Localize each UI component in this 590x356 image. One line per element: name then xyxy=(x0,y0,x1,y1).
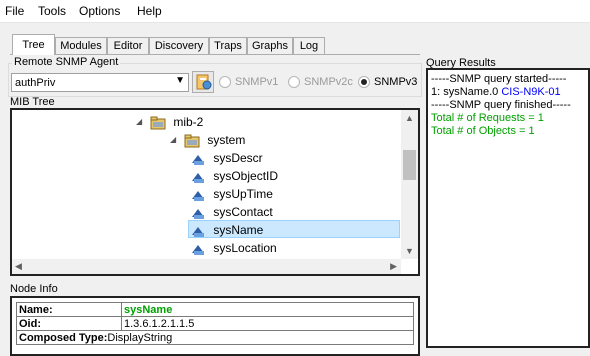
security-level-value: authPriv xyxy=(15,77,56,89)
query-results-panel[interactable]: -----SNMP query started----- 1: sysName.… xyxy=(426,68,590,348)
tree-leaf-sysname[interactable]: sysName xyxy=(188,220,400,238)
menu-tools[interactable]: Tools xyxy=(38,4,66,18)
scroll-right-icon[interactable]: ▶ xyxy=(390,261,397,272)
tree-node-label: system xyxy=(207,133,246,147)
tree-node-system[interactable]: ◢ system xyxy=(170,131,245,149)
mib-leaf-icon xyxy=(192,190,204,201)
node-info-key: Composed Type: xyxy=(19,331,108,344)
tree-node-mib-2[interactable]: ◢ mib-2 xyxy=(136,113,203,131)
node-info-value: 1.3.6.1.2.1.1.5 xyxy=(121,316,414,331)
table-row: Composed Type:DisplayString xyxy=(16,330,414,345)
result-line: Total # of Objects = 1 xyxy=(431,125,535,137)
wizard-icon xyxy=(196,74,212,90)
folder-icon xyxy=(184,134,200,148)
scroll-left-icon[interactable]: ◀ xyxy=(15,261,22,272)
tree-leaf-syscontact[interactable]: sysContact xyxy=(190,203,400,221)
scroll-down-icon[interactable]: ▼ xyxy=(401,246,418,256)
tree-node-label: sysDescr xyxy=(213,151,263,165)
expanded-arrow-icon[interactable]: ◢ xyxy=(136,113,142,131)
result-line: -----SNMP query started----- xyxy=(431,73,567,85)
table-row: Oid: 1.3.6.1.2.1.1.5 xyxy=(16,316,414,331)
snmpv1-label: SNMPv1 xyxy=(235,76,279,88)
tab-tree[interactable]: Tree xyxy=(12,34,55,55)
tab-modules[interactable]: Modules xyxy=(55,37,107,54)
menu-help[interactable]: Help xyxy=(137,4,162,18)
tree-node-label: sysLocation xyxy=(213,241,277,255)
tab-divider xyxy=(10,54,420,55)
mib-tree[interactable]: ◢ mib-2 ◢ system sysDescr sysObjectID sy… xyxy=(10,108,420,276)
security-level-select[interactable]: authPriv ▼ xyxy=(11,73,189,92)
mib-leaf-icon xyxy=(192,172,204,183)
snmpv3-radio[interactable] xyxy=(358,76,370,88)
tree-node-label: sysObjectID xyxy=(213,169,279,183)
result-line: Total # of Requests = 1 xyxy=(431,112,544,124)
agent-wizard-button[interactable] xyxy=(192,71,214,93)
node-info-panel: Name: sysName Oid: 1.3.6.1.2.1.1.5 Compo… xyxy=(10,296,420,356)
chevron-down-icon[interactable]: ▼ xyxy=(175,75,185,86)
tree-node-label: mib-2 xyxy=(173,115,204,129)
menu-file[interactable]: File xyxy=(5,4,24,18)
tab-discovery[interactable]: Discovery xyxy=(149,37,209,54)
node-info-table: Name: sysName Oid: 1.3.6.1.2.1.1.5 Compo… xyxy=(16,302,414,345)
mib-tree-label: MIB Tree xyxy=(10,96,55,108)
mib-leaf-icon xyxy=(192,208,204,219)
node-info-key: Name: xyxy=(16,302,122,317)
tab-log[interactable]: Log xyxy=(293,37,325,54)
node-info-label: Node Info xyxy=(10,283,58,295)
menu-options[interactable]: Options xyxy=(79,4,120,18)
tree-leaf-sysdescr[interactable]: sysDescr xyxy=(190,149,400,167)
node-info-key: Oid: xyxy=(16,316,122,331)
tree-node-label: sysContact xyxy=(213,205,273,219)
scroll-thumb[interactable] xyxy=(403,150,416,180)
scroll-up-icon[interactable]: ▲ xyxy=(401,113,418,123)
expanded-arrow-icon[interactable]: ◢ xyxy=(170,131,176,149)
result-line: -----SNMP query finished----- xyxy=(431,99,571,111)
tab-editor[interactable]: Editor xyxy=(107,37,149,54)
result-prefix: 1: sysName.0 xyxy=(431,86,502,98)
snmpv2c-label: SNMPv2c xyxy=(304,76,353,88)
tree-node-label: sysUpTime xyxy=(213,187,273,201)
folder-icon xyxy=(150,116,166,130)
tab-traps[interactable]: Traps xyxy=(209,37,247,54)
tree-leaf-sysuptime[interactable]: sysUpTime xyxy=(190,185,400,203)
node-info-value: sysName xyxy=(121,302,414,317)
tab-graphs[interactable]: Graphs xyxy=(247,37,293,54)
remote-agent-label: Remote SNMP Agent xyxy=(12,56,121,68)
node-info-value: DisplayString xyxy=(107,331,173,344)
snmpv3-label: SNMPv3 xyxy=(374,76,418,88)
tree-vertical-scrollbar[interactable]: ▲ ▼ xyxy=(401,110,418,259)
result-line: 1: sysName.0 CIS-N9K-01 xyxy=(431,86,561,98)
tree-node-label: sysName xyxy=(213,223,264,237)
menu-bar: File Tools Options Help xyxy=(0,0,590,23)
table-row: Name: sysName xyxy=(16,302,414,317)
tree-horizontal-scrollbar[interactable]: ◀ ▶ xyxy=(12,259,401,274)
result-value: CIS-N9K-01 xyxy=(501,86,561,98)
snmpv1-radio[interactable] xyxy=(219,76,231,88)
snmpv2c-radio[interactable] xyxy=(288,76,300,88)
mib-leaf-icon xyxy=(192,226,204,237)
tree-leaf-sysobjectid[interactable]: sysObjectID xyxy=(190,167,400,185)
mib-leaf-icon xyxy=(192,154,204,165)
node-info-composed: Composed Type:DisplayString xyxy=(16,330,414,345)
mib-leaf-icon xyxy=(192,244,204,255)
